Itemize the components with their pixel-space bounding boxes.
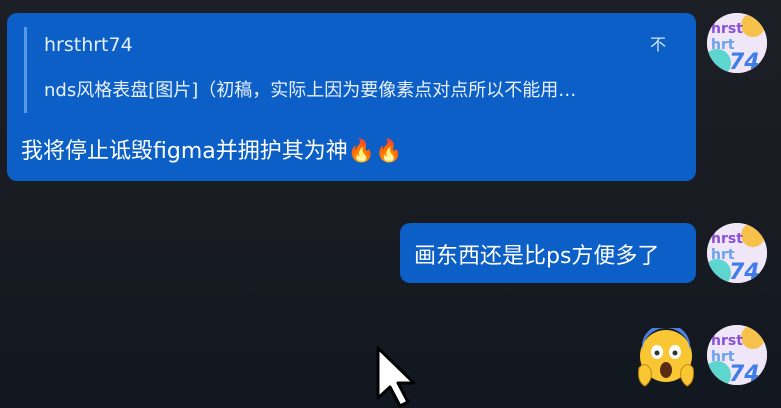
message-text: 我将停止诋毁figma并拥护其为神🔥🔥: [21, 139, 403, 164]
message-text: 画东西还是比ps方便多了: [414, 244, 660, 269]
avatar[interactable]: hrst hrt 74: [707, 13, 767, 73]
message-bubble[interactable]: 画东西还是比ps方便多了: [400, 223, 696, 283]
quote-text: nds风格表盘[图片]（初稿，实际上因为要像素点对点所以不能用…: [44, 80, 577, 101]
quote-author: hrsthrt74: [44, 34, 133, 56]
avatar[interactable]: hrst hrt 74: [707, 223, 767, 283]
avatar-text-1: hrst: [711, 21, 743, 37]
avatar-image: hrst hrt 74: [707, 223, 767, 283]
avatar-text-1: hrst: [711, 333, 743, 349]
avatar-text-3: 74: [729, 362, 760, 385]
jump-to-quote-icon[interactable]: 不: [650, 31, 666, 55]
avatar-image: hrst hrt 74: [707, 13, 767, 73]
screaming-face-emoji[interactable]: [636, 324, 696, 388]
avatar-image: hrst hrt 74: [707, 325, 767, 385]
avatar-text-1: hrst: [711, 231, 743, 247]
message-bubble-quoted[interactable]: hrsthrt74 nds风格表盘[图片]（初稿，实际上因为要像素点对点所以不能…: [7, 13, 696, 181]
avatar-text-3: 74: [729, 260, 760, 283]
avatar[interactable]: hrst hrt 74: [707, 325, 767, 385]
avatar-text-3: 74: [729, 50, 760, 73]
mouse-cursor-icon: [376, 346, 416, 408]
quoted-message[interactable]: hrsthrt74 nds风格表盘[图片]（初稿，实际上因为要像素点对点所以不能…: [24, 27, 679, 113]
chat-area: hrsthrt74 nds风格表盘[图片]（初稿，实际上因为要像素点对点所以不能…: [0, 0, 781, 408]
